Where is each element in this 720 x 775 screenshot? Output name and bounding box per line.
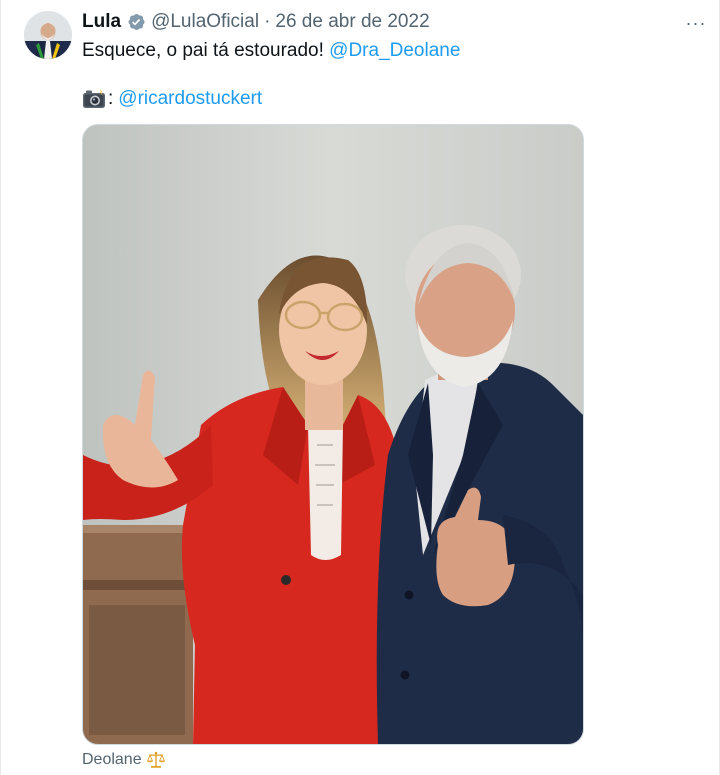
tagged-user-line[interactable]: Deolane bbox=[82, 749, 166, 771]
more-options-icon[interactable]: ··· bbox=[683, 10, 709, 36]
header-separator: · bbox=[264, 11, 271, 32]
balance-scale-icon bbox=[146, 750, 166, 770]
author-name[interactable]: Lula bbox=[82, 10, 121, 34]
author-avatar[interactable] bbox=[24, 11, 72, 59]
tweet-date[interactable]: 26 de abr de 2022 bbox=[275, 10, 429, 34]
mention-link[interactable]: @Dra_Deolane bbox=[329, 40, 460, 61]
tagged-user-name[interactable]: Deolane bbox=[82, 749, 142, 771]
tweet-content: Lula @LulaOficial · 26 de abr de 2022 Es… bbox=[82, 10, 679, 112]
photo-image bbox=[83, 125, 583, 744]
photo-credit-line: : @ricardostuckert bbox=[82, 86, 679, 112]
tweet-photo[interactable] bbox=[82, 124, 584, 745]
camera-with-flash-icon bbox=[82, 89, 106, 109]
photographer-mention-link[interactable]: @ricardostuckert bbox=[118, 86, 262, 112]
author-handle[interactable]: @LulaOficial bbox=[151, 10, 259, 34]
tweet-header: Lula @LulaOficial · 26 de abr de 2022 bbox=[82, 10, 679, 34]
verified-badge-icon[interactable] bbox=[126, 12, 146, 32]
avatar-image bbox=[24, 11, 72, 59]
credit-separator: : bbox=[108, 88, 114, 109]
tweet-card[interactable]: Lula @LulaOficial · 26 de abr de 2022 Es… bbox=[0, 0, 720, 775]
tweet-text: Esquece, o pai tá estourado! @Dra_Deolan… bbox=[82, 38, 679, 64]
tweet-text-body: Esquece, o pai tá estourado! bbox=[82, 40, 330, 61]
